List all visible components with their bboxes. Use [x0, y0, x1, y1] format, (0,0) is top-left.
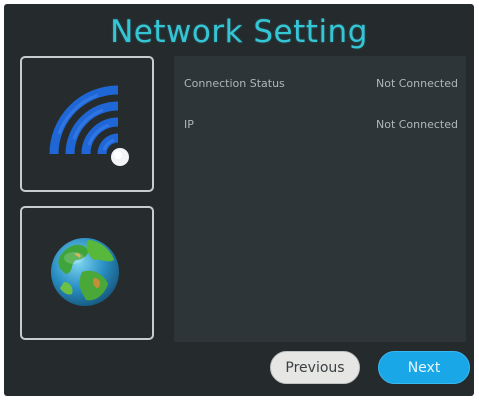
page-title: Network Setting: [110, 14, 368, 50]
wifi-icon: [49, 85, 129, 166]
ip-value: Not Connected: [375, 118, 458, 131]
globe-icon: [51, 238, 119, 306]
ip-label: IP: [184, 118, 194, 131]
network-info-panel: Connection Status Not Connected IP Not C…: [174, 56, 466, 342]
network-setting-screen: Network Setting Connection Status Not Co…: [4, 4, 474, 396]
connection-status-row: Connection Status Not Connected: [174, 77, 466, 95]
connection-status-label: Connection Status: [184, 77, 285, 90]
wifi-settings-tile[interactable]: [20, 56, 154, 192]
ip-row: IP Not Connected: [174, 118, 466, 136]
internet-settings-tile[interactable]: [20, 206, 154, 340]
previous-button[interactable]: Previous: [270, 351, 360, 384]
connection-status-value: Not Connected: [375, 77, 458, 90]
next-button[interactable]: Next: [378, 351, 470, 384]
